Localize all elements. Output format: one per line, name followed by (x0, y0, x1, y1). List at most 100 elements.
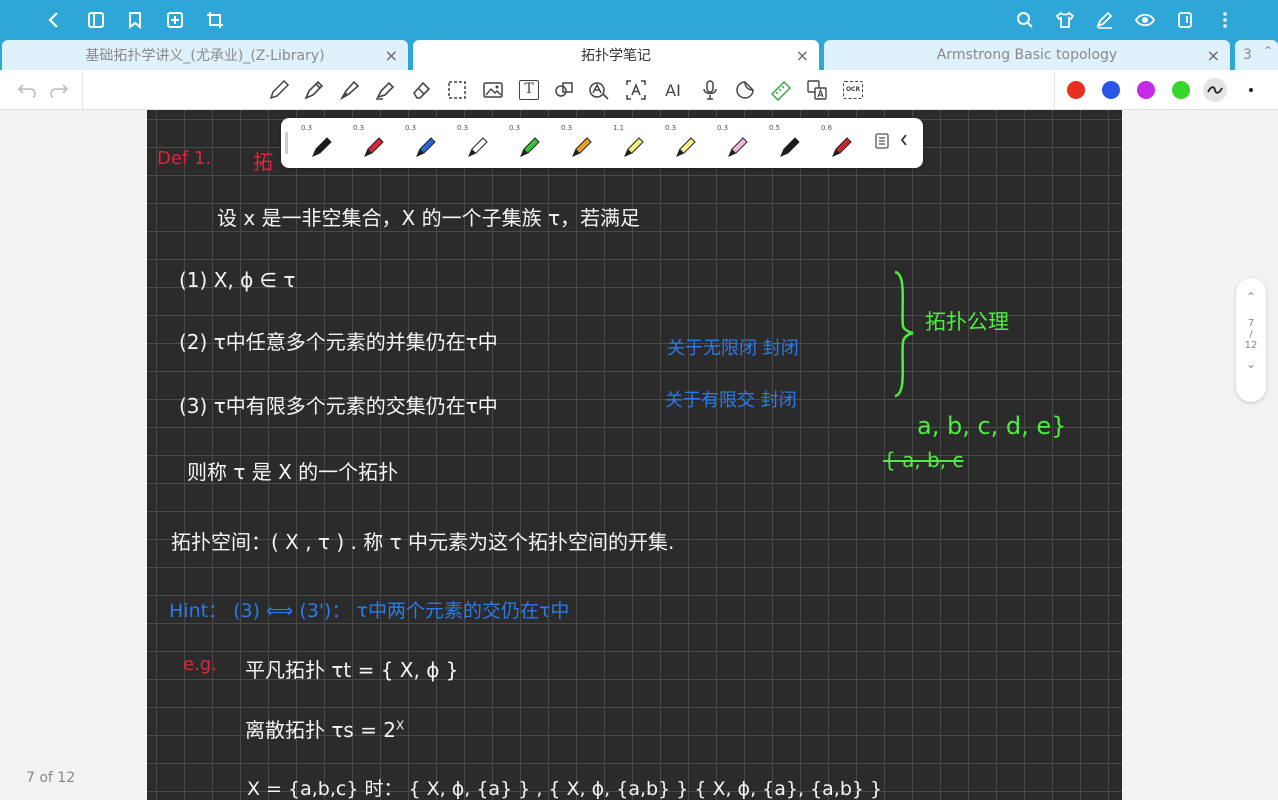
handwriting-convert-icon[interactable] (587, 78, 613, 102)
pen-preset[interactable]: 0.3 (501, 122, 551, 164)
pen-icon (520, 137, 540, 157)
pen-preset[interactable]: 0.6 (813, 122, 863, 164)
sticker-icon[interactable] (732, 78, 758, 102)
fountain-pen-icon[interactable] (337, 78, 363, 102)
eraser-icon[interactable] (408, 78, 434, 102)
text-box-icon[interactable]: T (516, 78, 542, 102)
pen-mode-icon[interactable] (1093, 8, 1117, 32)
pen-size-label: 1.1 (613, 124, 625, 132)
collapse-panel-icon[interactable] (899, 132, 915, 152)
tab-topology-lecture[interactable]: 基础拓扑学讲义_(尤承业)_(Z-Library) × (2, 40, 408, 70)
discrete-exponent: X (396, 718, 405, 733)
definition-conclusion: 则称 τ 是 X 的一个拓扑 (187, 460, 399, 484)
tab-label: 3 (1243, 47, 1252, 63)
ai-assistant-icon[interactable]: AI (660, 78, 686, 102)
text-recognition-icon[interactable] (623, 78, 649, 102)
pen-tool-icon[interactable] (301, 78, 327, 102)
axiom-3: (3) τ中有限多个元素的交集仍在τ中 (179, 394, 498, 418)
axiom-2: (2) τ中任意多个元素的并集仍在τ中 (179, 330, 498, 354)
highlighter-icon[interactable] (372, 78, 398, 102)
pen-preset[interactable]: 0.5 (761, 122, 811, 164)
pen-icon (728, 137, 748, 157)
tab-label: Armstrong Basic topology (936, 47, 1118, 63)
hint-note: Hint： (3) ⟺ (3')： τ中两个元素的交仍在τ中 (169, 600, 570, 622)
pen-preset[interactable]: 1.1 (605, 122, 655, 164)
close-icon[interactable]: × (385, 46, 398, 65)
page-layout-icon[interactable] (1173, 8, 1197, 32)
theme-shirt-icon[interactable] (1053, 8, 1077, 32)
pen-icon (364, 137, 384, 157)
color-red-swatch[interactable] (1067, 81, 1085, 99)
bookmark-icon[interactable] (123, 8, 147, 32)
tab-strip: 基础拓扑学讲义_(尤承业)_(Z-Library) × 拓扑学笔记 × Arms… (0, 40, 1278, 70)
color-green-swatch[interactable] (1172, 81, 1190, 99)
example-label: e.g. (183, 654, 217, 675)
microphone-icon[interactable] (697, 78, 723, 102)
pen-preset[interactable]: 0.3 (449, 122, 499, 164)
set-elements: a, b, c, d, e} (917, 412, 1067, 440)
stroke-width-dot[interactable] (1249, 88, 1253, 92)
color-blue-swatch[interactable] (1102, 81, 1120, 99)
current-page: 7 (1247, 318, 1255, 329)
drag-handle[interactable] (285, 132, 288, 154)
search-icon[interactable] (1013, 8, 1037, 32)
pen-settings-icon[interactable] (875, 133, 891, 153)
struck-set: { a, b, c (883, 448, 964, 472)
ocr-icon[interactable]: OCR (840, 78, 866, 102)
pen-preset[interactable]: 0.3 (709, 122, 759, 164)
drawing-toolbar: T AI OCR (0, 70, 1278, 110)
stroke-style-icon[interactable] (1203, 78, 1227, 102)
outline-icon[interactable] (84, 8, 108, 32)
tab-label: 拓扑学笔记 (581, 48, 651, 64)
undo-icon[interactable] (14, 78, 40, 102)
tab-armstrong[interactable]: Armstrong Basic topology × (824, 40, 1230, 70)
pen-size-label: 0.3 (561, 124, 573, 132)
trivial-topology: 平凡拓扑 τt = { X, ϕ } (245, 658, 459, 682)
color-purple-swatch[interactable] (1137, 81, 1155, 99)
tab-overflow[interactable]: 3 ⌃ (1235, 40, 1278, 70)
pen-size-label: 0.3 (353, 124, 365, 132)
close-icon[interactable]: × (1207, 46, 1220, 65)
shape-icon[interactable] (551, 78, 577, 102)
pen-icon (832, 137, 852, 157)
axiom-1: (1) X, ϕ ∈ τ (179, 268, 296, 292)
view-eye-icon[interactable] (1133, 8, 1157, 32)
pen-icon (312, 137, 332, 157)
axiom-2-note: 关于无限闭 封闭 (667, 338, 799, 359)
back-icon[interactable] (42, 8, 66, 32)
close-icon[interactable]: × (796, 46, 809, 65)
add-page-icon[interactable] (163, 8, 187, 32)
page-separator: / (1249, 329, 1253, 340)
pen-preset-panel: 0.3 0.3 0.3 0.3 0.3 0.3 1.1 0.3 0.3 0.5 0.6 (281, 118, 923, 168)
pen-preset[interactable]: 0.3 (397, 122, 447, 164)
page-down-icon[interactable]: ⌄ (1236, 357, 1266, 371)
lasso-select-icon[interactable] (444, 78, 470, 102)
tab-topology-notes[interactable]: 拓扑学笔记 × (413, 40, 819, 70)
pen-size-label: 0.3 (457, 124, 469, 132)
image-icon[interactable] (480, 78, 506, 102)
note-page-canvas[interactable]: Def 1. 拓 设 x 是一非空集合，X 的一个子集族 τ，若满足 (1) X… (147, 110, 1122, 800)
top-app-bar (0, 0, 1278, 40)
pen-icon (676, 137, 696, 157)
definition-label: Def 1. (157, 148, 212, 169)
translate-icon[interactable] (804, 78, 830, 102)
pen-preset[interactable]: 0.3 (293, 122, 343, 164)
crop-icon[interactable] (203, 8, 227, 32)
page-up-icon[interactable]: ⌃ (1236, 290, 1266, 304)
toolbar-divider (1054, 70, 1055, 110)
chevron-up-icon: ⌃ (1263, 44, 1274, 58)
example-set-x: X = {a,b,c} 时： { X, ϕ, {a} } , { X, ϕ, {… (247, 778, 883, 800)
more-vertical-icon[interactable] (1213, 8, 1237, 32)
pen-icon (572, 137, 592, 157)
ruler-icon[interactable] (768, 78, 794, 102)
pen-preset[interactable]: 0.3 (657, 122, 707, 164)
redo-icon[interactable] (46, 78, 72, 102)
pen-preset[interactable]: 0.3 (553, 122, 603, 164)
pen-icon (780, 137, 800, 157)
pencil-tool-icon[interactable] (266, 78, 292, 102)
definition-intro: 设 x 是一非空集合，X 的一个子集族 τ，若满足 (217, 206, 641, 230)
pen-preset[interactable]: 0.3 (345, 122, 395, 164)
left-margin (0, 110, 147, 800)
topological-space-definition: 拓扑空间：( X , τ ) . 称 τ 中元素为这个拓扑空间的开集. (171, 530, 675, 554)
discrete-topology: 离散拓扑 τs = 2X (245, 714, 404, 743)
